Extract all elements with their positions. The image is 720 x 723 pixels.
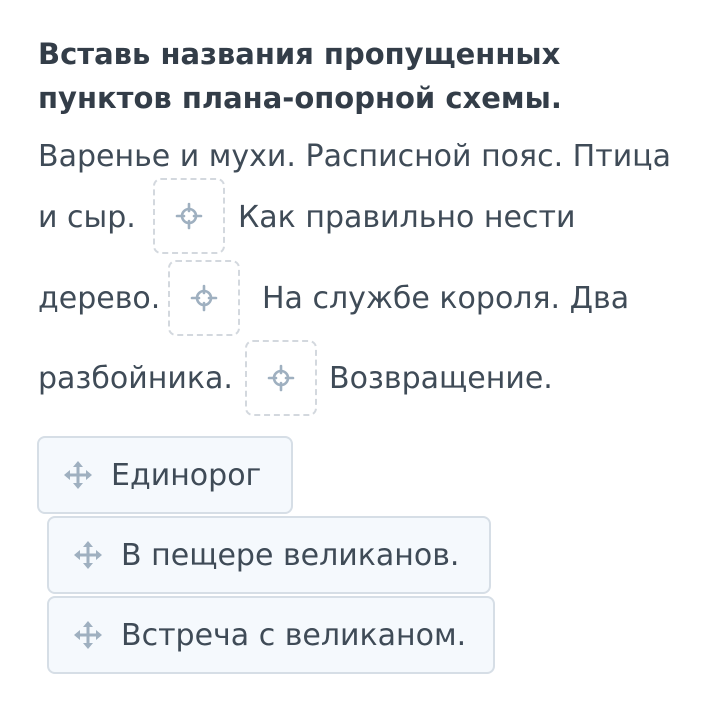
move-icon	[64, 461, 92, 489]
task-title-line-2: пунктов плана-опорной схемы.	[38, 81, 562, 115]
crosshair-icon	[267, 364, 295, 392]
move-icon	[74, 621, 102, 649]
move-icon	[74, 541, 102, 569]
option-chip-2[interactable]: В пещере великанов.	[47, 516, 491, 594]
text-line-3b: На службе короля. Два	[262, 281, 630, 316]
option-chip-3[interactable]: Встреча с великаном.	[47, 596, 495, 674]
crosshair-icon	[190, 284, 218, 312]
option-label: Единорог	[111, 457, 262, 493]
text-line-4a: разбойника.	[38, 361, 233, 396]
drop-zone-2[interactable]	[168, 260, 240, 336]
text-line-2b: Как правильно нести	[238, 200, 576, 235]
drop-zone-1[interactable]	[153, 178, 225, 254]
task-title-line-1: Вставь названия пропущенных	[38, 37, 561, 71]
text-line-3a: дерево.	[38, 281, 161, 316]
option-chip-1[interactable]: Единорог	[37, 436, 293, 514]
text-line-4b: Возвращение.	[329, 361, 553, 396]
option-label: В пещере великанов.	[121, 537, 460, 573]
task-title: Вставь названия пропущенных пунктов план…	[38, 32, 698, 120]
crosshair-icon	[175, 202, 203, 230]
text-line-1: Варенье и мухи. Расписной пояс. Птица	[38, 139, 671, 174]
text-line-2a: и сыр.	[38, 200, 136, 235]
drop-zone-3[interactable]	[245, 340, 317, 416]
option-label: Встреча с великаном.	[121, 617, 467, 653]
